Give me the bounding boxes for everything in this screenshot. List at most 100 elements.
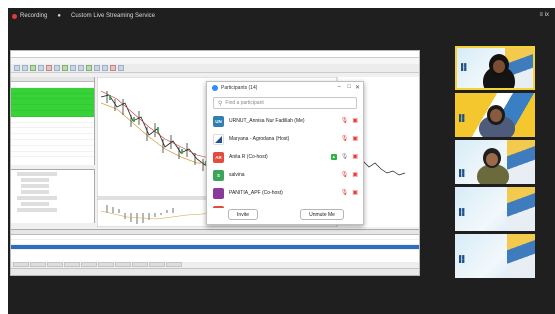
background-logo-graphic: █ █ █ █ bbox=[461, 63, 467, 71]
navigator-item[interactable] bbox=[21, 178, 49, 182]
participant-name: Anita R (Co-host) bbox=[229, 154, 268, 160]
terminal-tab[interactable] bbox=[149, 262, 165, 267]
avatar: UN bbox=[213, 115, 224, 127]
participant-name: salvina bbox=[229, 172, 245, 178]
host-logo-icon bbox=[215, 135, 222, 143]
person-icon: ● bbox=[57, 13, 61, 19]
unmute-me-button[interactable]: Unmute Me bbox=[300, 209, 344, 220]
toolbar-icon[interactable] bbox=[22, 65, 28, 71]
avatar: S bbox=[213, 169, 224, 181]
app-toolbar bbox=[11, 64, 419, 73]
participant-face bbox=[486, 153, 498, 166]
background-logo-graphic: █ █ █ █ bbox=[459, 208, 465, 216]
terminal-tab[interactable] bbox=[98, 262, 114, 267]
toolbar-icon[interactable] bbox=[118, 65, 124, 71]
video-off-icon[interactable]: ▣ bbox=[352, 135, 358, 143]
toolbar-icon[interactable] bbox=[46, 65, 52, 71]
navigator-item[interactable] bbox=[17, 208, 57, 212]
video-tile[interactable]: █ █ █ █ bbox=[455, 93, 535, 137]
close-icon[interactable]: ✕ bbox=[355, 84, 360, 91]
video-tile[interactable]: █ █ █ █ bbox=[455, 140, 535, 184]
screenshot-stage: Recording ● Custom Live Streaming Servic… bbox=[0, 0, 555, 314]
participant-face bbox=[490, 109, 502, 122]
toolbar-icon[interactable] bbox=[86, 65, 92, 71]
mic-muted-icon[interactable]: 🎙 bbox=[341, 171, 349, 179]
avatar bbox=[213, 205, 224, 208]
navigator-item[interactable] bbox=[21, 202, 49, 206]
virtual-background-graphic bbox=[507, 234, 535, 278]
toolbar-icon[interactable] bbox=[54, 65, 60, 71]
mic-muted-icon[interactable]: 🎙 bbox=[341, 135, 349, 143]
terminal-tab[interactable] bbox=[115, 262, 131, 267]
toolbar-icon[interactable] bbox=[70, 65, 76, 71]
terminal-tab[interactable] bbox=[81, 262, 97, 267]
terminal-tab[interactable] bbox=[64, 262, 80, 267]
navigator-item[interactable] bbox=[17, 172, 57, 176]
zoom-top-bar: Recording ● Custom Live Streaming Servic… bbox=[8, 8, 555, 24]
video-tile[interactable]: █ █ █ █ bbox=[455, 187, 535, 231]
participant-row[interactable]: S salvina 🎙 ▣ bbox=[207, 166, 365, 184]
terminal-tab[interactable] bbox=[30, 262, 46, 267]
toolbar-icon[interactable] bbox=[14, 65, 20, 71]
participants-titlebar: Participants (14) – □ ✕ bbox=[207, 82, 363, 94]
recording-indicator: Recording bbox=[12, 13, 57, 19]
market-row[interactable] bbox=[11, 151, 94, 158]
recording-label: Recording bbox=[20, 13, 48, 19]
participant-search-input[interactable]: ⚲ Find a participant bbox=[213, 97, 357, 109]
virtual-background-graphic bbox=[507, 140, 535, 184]
search-icon: ⚲ bbox=[218, 100, 223, 107]
toolbar-icon[interactable] bbox=[78, 65, 84, 71]
mic-icon[interactable]: 🎙 bbox=[341, 153, 349, 161]
participants-panel: Participants (14) – □ ✕ ⚲ Find a partici… bbox=[206, 81, 364, 225]
toolbar-icon[interactable] bbox=[94, 65, 100, 71]
toolbar-icon[interactable] bbox=[102, 65, 108, 71]
video-off-icon[interactable]: ▣ bbox=[352, 189, 358, 197]
participant-row[interactable]: PANITIA_APF (Co-host) 🎙 ▣ bbox=[207, 184, 365, 202]
minimize-icon[interactable]: – bbox=[338, 84, 341, 90]
toolbar-icon[interactable] bbox=[38, 65, 44, 71]
navigator-item[interactable] bbox=[21, 190, 49, 194]
video-off-icon[interactable]: ▣ bbox=[352, 117, 358, 125]
app-titlebar bbox=[11, 51, 419, 58]
toolbar-icon[interactable] bbox=[110, 65, 116, 71]
app-status-bar bbox=[11, 268, 419, 275]
record-icon bbox=[12, 13, 17, 19]
navigator-item[interactable] bbox=[21, 184, 49, 188]
toolbar-icon[interactable] bbox=[30, 65, 36, 71]
market-watch-panel bbox=[11, 77, 95, 165]
terminal-tab[interactable] bbox=[132, 262, 148, 267]
terminal-tab[interactable] bbox=[166, 262, 182, 267]
toolbar-icon[interactable] bbox=[62, 65, 68, 71]
participants-actions: Invite Unmute Me bbox=[207, 209, 365, 220]
participant-row[interactable]: AR Anita R (Co-host) ▲ 🎙 ▣ bbox=[207, 148, 365, 166]
window-title: Custom Live Streaming Service bbox=[70, 13, 156, 19]
maximize-icon[interactable]: □ bbox=[347, 84, 351, 90]
terminal-tab[interactable] bbox=[47, 262, 63, 267]
navigator-item[interactable] bbox=[17, 196, 57, 200]
participant-face bbox=[493, 60, 505, 73]
video-off-icon[interactable]: ▣ bbox=[352, 171, 358, 179]
participant-list: UN URNUT_Annisa Nur Fadillah (Me) 🎙 ▣ Ma… bbox=[207, 112, 365, 208]
participants-title: Participants (14) bbox=[221, 85, 258, 91]
mic-muted-icon[interactable]: 🎙 bbox=[341, 117, 349, 125]
terminal-row-selected[interactable] bbox=[11, 245, 419, 250]
virtual-background-graphic bbox=[507, 187, 535, 231]
participant-row[interactable] bbox=[207, 202, 365, 208]
view-options-button[interactable]: ≡ ix bbox=[539, 12, 549, 18]
video-tile[interactable]: █ █ █ █ bbox=[455, 234, 535, 278]
invite-button[interactable]: Invite bbox=[228, 209, 258, 220]
video-tile[interactable]: █ █ █ █ bbox=[455, 46, 535, 90]
search-placeholder: Find a participant bbox=[225, 100, 264, 106]
background-logo-graphic: █ █ █ █ bbox=[459, 114, 465, 122]
background-logo-graphic: █ █ █ █ bbox=[459, 255, 465, 263]
navigator-panel bbox=[11, 169, 95, 223]
participant-name: PANITIA_APF (Co-host) bbox=[229, 190, 283, 196]
avatar: AR bbox=[213, 151, 224, 163]
mic-muted-icon[interactable]: 🎙 bbox=[341, 189, 349, 197]
participant-row[interactable]: UN URNUT_Annisa Nur Fadillah (Me) 🎙 ▣ bbox=[207, 112, 365, 130]
avatar bbox=[213, 187, 224, 199]
share-screen-icon: ▲ bbox=[330, 154, 337, 160]
participant-row[interactable]: Maryana - Agrodana (Host) 🎙 ▣ bbox=[207, 130, 365, 148]
video-off-icon[interactable]: ▣ bbox=[352, 153, 358, 161]
terminal-tab[interactable] bbox=[13, 262, 29, 267]
